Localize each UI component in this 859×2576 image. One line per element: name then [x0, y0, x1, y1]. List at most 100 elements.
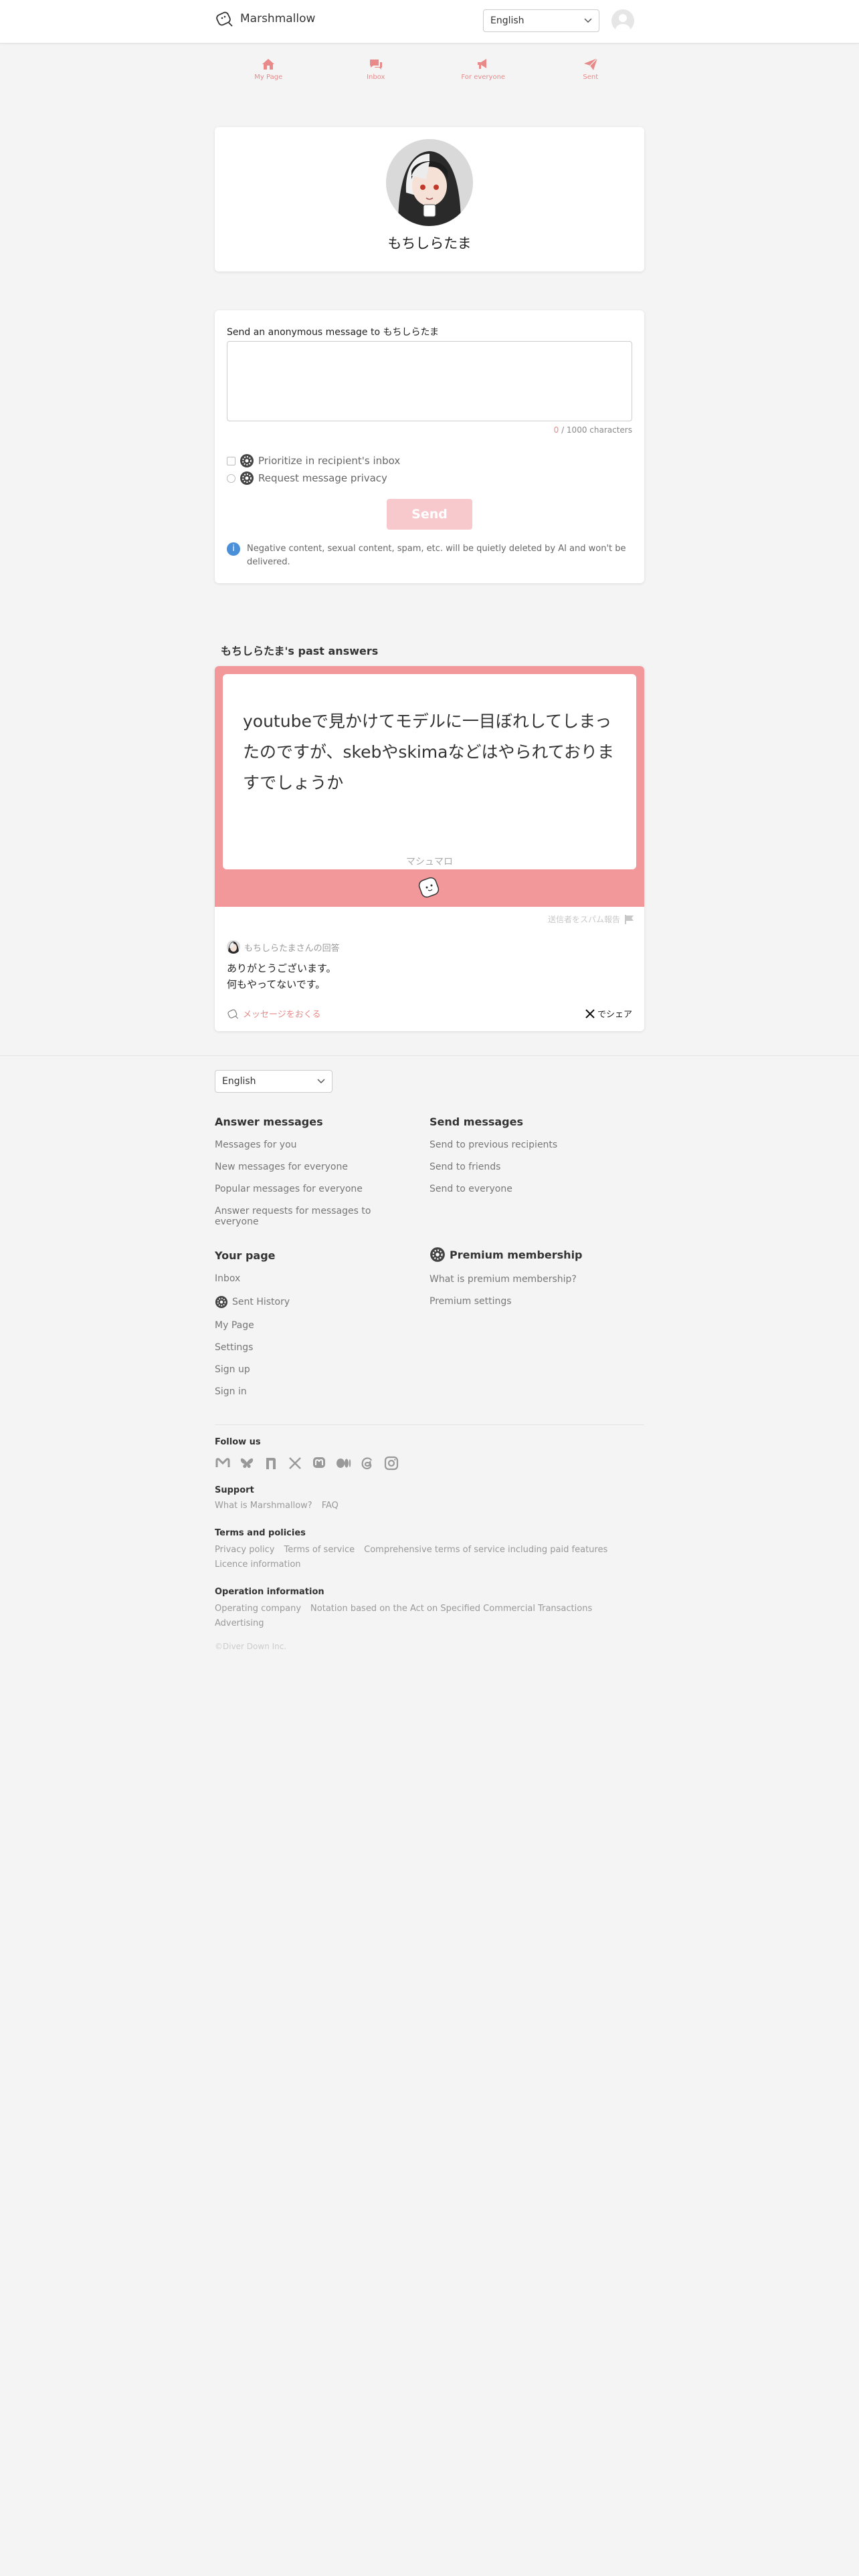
support-links: What is Marshmallow? FAQ: [215, 1499, 656, 1513]
premium-gear-icon: [215, 1295, 228, 1309]
answerer-info: もちしらたまさんの回答: [227, 940, 340, 954]
profile-avatar-image: [386, 139, 473, 226]
footer-link[interactable]: Sign up: [215, 1364, 415, 1375]
message-textarea[interactable]: [227, 341, 632, 421]
default-avatar-icon: [615, 14, 630, 32]
footer-link[interactable]: Premium settings: [430, 1296, 630, 1307]
past-answers-title: もちしらたま's past answers: [221, 645, 379, 657]
copyright: ©Diver Down Inc.: [215, 1642, 287, 1651]
chevron-down-icon: [317, 1079, 325, 1084]
answerer-label: もちしらたまさんの回答: [244, 943, 340, 954]
profile-card: もちしらたま: [215, 127, 644, 272]
footer-link[interactable]: Licence information: [215, 1560, 301, 1570]
footer-link[interactable]: Inbox: [215, 1273, 415, 1284]
message-box: youtubeで見かけてモデルに一目ぼれしてしまったのですが、skebやskim…: [223, 674, 636, 869]
char-count-suffix: / 1000 characters: [559, 425, 632, 435]
brand-name: Marshmallow: [240, 12, 316, 25]
premium-gear-icon: [430, 1247, 445, 1262]
send-message-link[interactable]: メッセージをおくる: [227, 1007, 320, 1020]
tab-my-page[interactable]: My Page: [215, 58, 322, 92]
footer-send-messages: Send messages Send to previous recipient…: [430, 1115, 630, 1194]
privacy-option[interactable]: Request message privacy: [227, 471, 387, 486]
card-brand-label: マシュマロ: [406, 857, 453, 867]
language-select-value: English: [490, 15, 524, 26]
support-heading: Support: [215, 1485, 254, 1495]
footer-link[interactable]: New messages for everyone: [215, 1162, 415, 1172]
tab-sent[interactable]: Sent: [537, 58, 645, 92]
megaphone-icon: [478, 59, 487, 69]
bluesky-icon[interactable]: [239, 1455, 255, 1471]
inbox-icon: [369, 60, 382, 70]
brand-link[interactable]: Marshmallow: [215, 9, 315, 28]
footer-link-sent-history[interactable]: Sent History: [215, 1295, 415, 1309]
flag-icon: [625, 914, 634, 924]
tab-label: Sent: [583, 74, 599, 81]
tab-label: For everyone: [461, 74, 506, 81]
footer-inner-divider: [215, 1424, 644, 1425]
footer-premium: Premium membership What is premium membe…: [430, 1247, 630, 1307]
footer-link[interactable]: Privacy policy: [215, 1545, 274, 1555]
marshmallow-mascot-icon: [418, 877, 440, 898]
char-counter: 0 / 1000 characters: [554, 425, 632, 435]
footer-link[interactable]: Operating company: [215, 1604, 301, 1614]
profile-avatar[interactable]: [386, 139, 473, 226]
footer-link[interactable]: Popular messages for everyone: [215, 1184, 415, 1194]
x-icon[interactable]: [287, 1455, 303, 1471]
mastodon-icon[interactable]: [311, 1455, 327, 1471]
footer-link[interactable]: Send to everyone: [430, 1184, 630, 1194]
footer-link[interactable]: What is Marshmallow?: [215, 1501, 312, 1511]
footer-heading: Your page: [215, 1249, 276, 1262]
footer-language-select[interactable]: English: [215, 1070, 332, 1093]
operation-heading: Operation information: [215, 1587, 324, 1597]
spam-report-label: 送信者をスパム報告: [547, 915, 620, 924]
privacy-radio[interactable]: [227, 473, 235, 483]
footer-heading-label: Premium membership: [450, 1248, 583, 1261]
footer-link[interactable]: Notation based on the Act on Specified C…: [310, 1604, 592, 1614]
user-avatar[interactable]: [611, 9, 634, 32]
priority-checkbox[interactable]: [227, 456, 235, 465]
threads-icon[interactable]: [359, 1455, 375, 1471]
language-select[interactable]: English: [483, 9, 599, 32]
message-image-area[interactable]: youtubeで見かけてモデルに一目ぼれしてしまったのですが、skebやskim…: [215, 666, 644, 907]
footer-link[interactable]: Advertising: [215, 1618, 264, 1628]
social-icons: [215, 1455, 399, 1471]
answerer-avatar-image: [228, 942, 239, 954]
tab-label: My Page: [254, 74, 283, 81]
footer-link[interactable]: My Page: [215, 1320, 415, 1331]
follow-us-heading: Follow us: [215, 1437, 261, 1447]
footer-link[interactable]: FAQ: [322, 1501, 339, 1511]
marshmallow-logo-icon: [227, 1008, 239, 1019]
footer-link[interactable]: Comprehensive terms of service including…: [364, 1545, 607, 1555]
spam-report-link[interactable]: 送信者をスパム報告: [548, 914, 635, 925]
answerer-avatar: [227, 940, 240, 954]
send-icon: [583, 58, 598, 70]
footer-divider: [0, 1055, 859, 1056]
tab-for-everyone[interactable]: For everyone: [430, 58, 537, 92]
footer-link[interactable]: Messages for you: [215, 1140, 415, 1150]
instagram-icon[interactable]: [383, 1455, 399, 1471]
footer-link[interactable]: What is premium membership?: [430, 1274, 630, 1285]
footer-link-label: Sent History: [232, 1297, 290, 1307]
footer-link[interactable]: Answer requests for messages to everyone: [215, 1206, 415, 1227]
question-text: youtubeで見かけてモデルに一目ぼれしてしまったのですが、skebやskim…: [243, 712, 614, 792]
priority-option-label: Prioritize in recipient's inbox: [258, 455, 401, 467]
marshmallow-logo-icon: [216, 11, 233, 27]
priority-option[interactable]: Prioritize in recipient's inbox: [227, 453, 400, 468]
note-icon[interactable]: [263, 1455, 279, 1471]
medium-icon[interactable]: [335, 1455, 351, 1471]
send-message-label: メッセージをおくる: [243, 1010, 321, 1020]
misskey-icon[interactable]: [215, 1455, 231, 1471]
info-icon: i: [227, 542, 240, 556]
footer-link[interactable]: Send to friends: [430, 1162, 630, 1172]
footer-answer-messages: Answer messages Messages for you New mes…: [215, 1115, 415, 1227]
x-share-link[interactable]: でシェア: [585, 1007, 632, 1020]
footer-link[interactable]: Send to previous recipients: [430, 1140, 630, 1150]
answer-card: youtubeで見かけてモデルに一目ぼれしてしまったのですが、skebやskim…: [215, 666, 644, 1031]
footer-link[interactable]: Sign in: [215, 1386, 415, 1397]
home-icon: [262, 59, 275, 70]
footer-link[interactable]: Terms of service: [284, 1545, 355, 1555]
send-button[interactable]: Send: [387, 499, 472, 530]
tab-label: Inbox: [367, 74, 385, 81]
footer-link[interactable]: Settings: [215, 1342, 415, 1353]
tab-inbox[interactable]: Inbox: [322, 58, 430, 92]
